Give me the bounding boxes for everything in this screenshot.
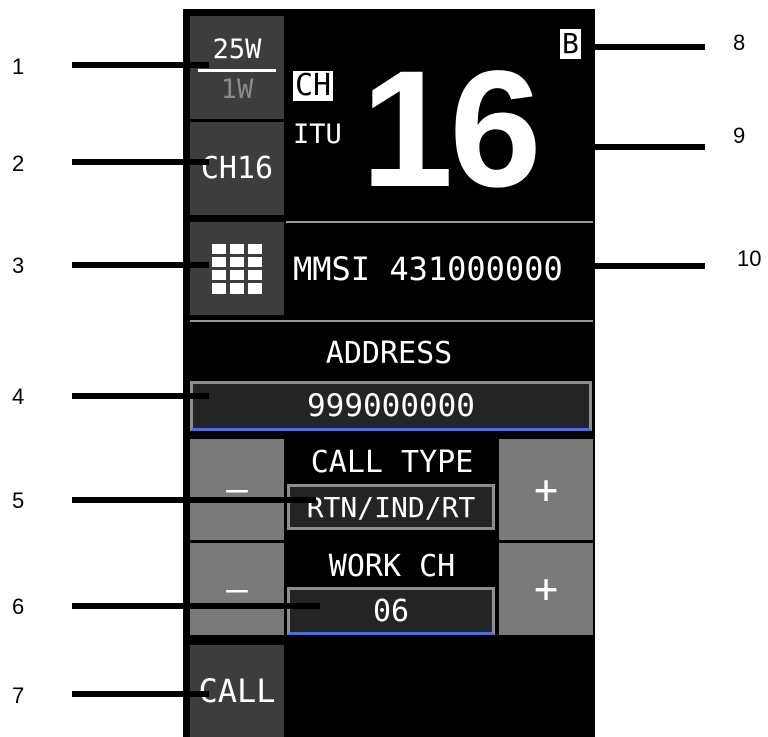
bank-indicator: B bbox=[560, 27, 581, 60]
leader-line-5 bbox=[72, 497, 316, 503]
work-ch-label: WORK CH bbox=[328, 549, 456, 584]
leader-line-3 bbox=[72, 262, 209, 268]
address-label: ADDRESS bbox=[325, 336, 453, 371]
callout-8: 8 bbox=[733, 30, 746, 55]
radio-display-panel: 25W 1W CH16 CH ITU 16 B MMSI 431000000 A… bbox=[183, 9, 595, 737]
callout-2: 2 bbox=[12, 151, 25, 176]
work-ch-plus-button[interactable]: + bbox=[499, 543, 593, 635]
divider-bottom bbox=[190, 320, 593, 322]
leader-line-4 bbox=[72, 393, 209, 399]
power-low-label: 1W bbox=[220, 74, 254, 105]
callout-10: 10 bbox=[737, 246, 762, 271]
ch16-button[interactable]: CH16 bbox=[190, 122, 284, 215]
power-high-label: 25W bbox=[212, 34, 262, 65]
keypad-button[interactable] bbox=[190, 222, 284, 315]
work-ch-minus-button[interactable]: — bbox=[190, 543, 284, 635]
leader-line-1 bbox=[72, 62, 209, 68]
mmsi-label: MMSI 431000000 bbox=[293, 250, 563, 288]
leader-line-9 bbox=[578, 144, 705, 150]
call-type-minus-button[interactable]: — bbox=[190, 439, 284, 540]
callout-4: 4 bbox=[12, 384, 25, 409]
leader-line-10 bbox=[578, 263, 705, 269]
call-type-value[interactable]: RTN/IND/RT bbox=[287, 484, 495, 530]
leader-line-2 bbox=[72, 159, 209, 165]
leader-line-6 bbox=[72, 603, 320, 609]
leader-line-8 bbox=[595, 44, 705, 50]
grid-keypad-icon bbox=[212, 243, 262, 294]
work-ch-value[interactable]: 06 bbox=[287, 587, 495, 635]
channel-number: 16 bbox=[361, 37, 542, 222]
call-type-plus-button[interactable]: + bbox=[499, 439, 593, 540]
callout-6: 6 bbox=[12, 594, 25, 619]
callout-1: 1 bbox=[12, 54, 25, 79]
callout-3: 3 bbox=[12, 253, 25, 278]
power-divider bbox=[198, 69, 276, 72]
call-type-label: CALL TYPE bbox=[310, 445, 474, 480]
address-input[interactable]: 999000000 bbox=[190, 381, 592, 431]
channel-mode-label: ITU bbox=[293, 119, 342, 150]
callout-9: 9 bbox=[733, 123, 746, 148]
callout-7: 7 bbox=[12, 683, 25, 708]
divider-top bbox=[286, 221, 593, 223]
channel-prefix-label: CH bbox=[293, 68, 334, 103]
callout-5: 5 bbox=[12, 488, 25, 513]
leader-line-7 bbox=[72, 691, 209, 697]
